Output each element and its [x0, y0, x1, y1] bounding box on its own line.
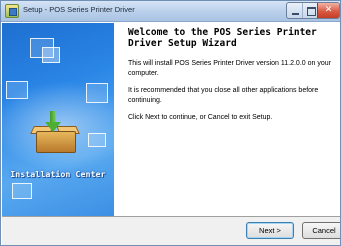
banner-label: Installation Center — [10, 170, 106, 179]
setup-window: Setup - POS Series Printer Driver Instal… — [0, 0, 341, 246]
wizard-banner: Installation Center — [2, 23, 114, 216]
decor-square — [42, 47, 60, 63]
box-install-icon — [30, 111, 80, 153]
install-info-text: This will install POS Series Printer Dri… — [128, 60, 331, 77]
welcome-content: Welcome to the POS Series Printer Driver… — [128, 27, 338, 131]
title-bar[interactable]: Setup - POS Series Printer Driver — [1, 1, 340, 22]
decor-square — [86, 83, 108, 103]
next-instruction-text: Click Next to continue, or Cancel to exi… — [128, 114, 273, 121]
minimize-icon[interactable] — [287, 3, 302, 18]
window-title: Setup - POS Series Printer Driver — [23, 5, 135, 14]
box-body — [36, 131, 76, 153]
decor-square — [88, 133, 106, 147]
down-arrow-icon — [45, 111, 61, 133]
decor-square — [12, 183, 32, 199]
next-button[interactable]: Next > — [246, 222, 294, 239]
welcome-heading: Welcome to the POS Series Printer Driver… — [128, 27, 317, 49]
decor-square — [6, 81, 28, 99]
cancel-button[interactable]: Cancel — [302, 222, 340, 239]
setup-app-icon — [5, 4, 19, 18]
close-apps-text: It is recommended that you close all oth… — [128, 87, 319, 104]
maximize-icon[interactable] — [301, 3, 318, 18]
close-icon[interactable] — [317, 3, 339, 18]
window-controls — [286, 2, 340, 19]
